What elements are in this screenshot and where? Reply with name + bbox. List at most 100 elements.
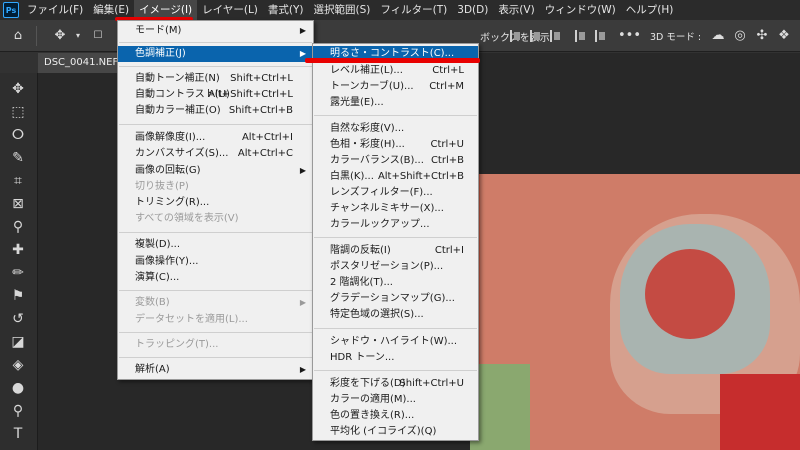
menu-item-auto-color[interactable]: 自動カラー補正(O) Shift+Ctrl+B <box>118 103 313 119</box>
menu-item-label: ポスタリゼーション(P)... <box>330 261 444 272</box>
menu-view[interactable]: 表示(V) <box>493 0 539 20</box>
menu-window[interactable]: ウィンドウ(W) <box>540 0 621 20</box>
type-tool-icon[interactable]: T <box>8 424 28 444</box>
brush-tool-icon[interactable]: ✏ <box>8 263 28 283</box>
marquee-tool-icon[interactable]: ⬚ <box>8 102 28 122</box>
menu-3d[interactable]: 3D(D) <box>452 0 493 20</box>
menu-item-posterize[interactable]: ポスタリゼーション(P)... <box>313 259 478 275</box>
crop-tool-icon[interactable]: ⌗ <box>8 171 28 191</box>
menu-select[interactable]: 選択範囲(S) <box>309 0 376 20</box>
menu-item-label: 画像の回転(G) <box>135 165 201 176</box>
menu-item-hdr-toning[interactable]: HDR トーン... <box>313 350 478 366</box>
menu-item-canvas-size[interactable]: カンバスサイズ(S)... Alt+Ctrl+C <box>118 146 313 162</box>
menu-item-gradient-map[interactable]: グラデーションマップ(G)... <box>313 291 478 307</box>
eraser-tool-icon[interactable]: ◪ <box>8 332 28 352</box>
menu-item-calculations[interactable]: 演算(C)... <box>118 270 313 286</box>
separator <box>314 237 477 238</box>
menu-item-vibrance[interactable]: 自然な彩度(V)... <box>313 121 478 137</box>
menu-item-label: モード(M) <box>135 25 182 36</box>
menu-file[interactable]: ファイル(F) <box>22 0 88 20</box>
menu-item-image-rotation[interactable]: 画像の回転(G) ▶ <box>118 163 313 179</box>
menu-item-auto-contrast[interactable]: 自動コントラスト(U) Alt+Shift+Ctrl+L <box>118 87 313 103</box>
menu-item-photo-filter[interactable]: レンズフィルター(F)... <box>313 185 478 201</box>
separator <box>119 332 312 333</box>
roll-3d-icon[interactable]: ◎ <box>732 28 748 44</box>
menu-item-label: 白黒(K)... <box>330 171 374 182</box>
menu-item-duplicate[interactable]: 複製(D)... <box>118 237 313 253</box>
align-right-icon[interactable] <box>550 30 562 42</box>
paint-bucket-tool-icon[interactable]: ◈ <box>8 355 28 375</box>
menu-item-shortcut: Shift+Ctrl+L <box>230 73 293 84</box>
menu-filter[interactable]: フィルター(T) <box>375 0 452 20</box>
menu-layer[interactable]: レイヤー(L) <box>197 0 263 20</box>
menu-item-shortcut: Ctrl+I <box>434 245 464 256</box>
lasso-tool-icon[interactable]: ⵔ <box>8 125 28 145</box>
align-left-icon[interactable] <box>510 30 522 42</box>
distribute-icon[interactable] <box>575 30 587 42</box>
stamp-tool-icon[interactable]: ⚑ <box>8 286 28 306</box>
menu-item-hue-saturation[interactable]: 色相・彩度(H)... Ctrl+U <box>313 137 478 153</box>
photoshop-logo-icon[interactable]: Ps <box>3 2 19 18</box>
menu-item-invert[interactable]: 階調の反転(I) Ctrl+I <box>313 243 478 259</box>
menu-item-label: 画像操作(Y)... <box>135 256 199 267</box>
separator <box>119 42 312 43</box>
menu-item-trim[interactable]: トリミング(R)... <box>118 195 313 211</box>
menu-item-curves[interactable]: トーンカーブ(U)... Ctrl+M <box>313 79 478 95</box>
menu-item-color-balance[interactable]: カラーバランス(B)... Ctrl+B <box>313 153 478 169</box>
menu-item-threshold[interactable]: 2 階調化(T)... <box>313 275 478 291</box>
blur-tool-icon[interactable]: ● <box>8 378 28 398</box>
menu-help[interactable]: ヘルプ(H) <box>621 0 679 20</box>
move-tool-icon[interactable]: ✥ <box>52 28 68 44</box>
slide-3d-icon[interactable]: ❖ <box>776 28 792 44</box>
menu-item-label: 変数(B) <box>135 297 170 308</box>
separator <box>314 115 477 116</box>
menu-item-desaturate[interactable]: 彩度を下げる(D) Shift+Ctrl+U <box>313 376 478 392</box>
menu-item-shortcut: Alt+Ctrl+C <box>237 148 293 159</box>
dodge-tool-icon[interactable]: ⚲ <box>8 401 28 421</box>
healing-brush-tool-icon[interactable]: ✚ <box>8 240 28 260</box>
menu-item-apply-data-set: データセットを適用(L)... <box>118 312 313 328</box>
menu-item-color-lookup[interactable]: カラールックアップ... <box>313 217 478 233</box>
chevron-down-icon[interactable]: ▾ <box>70 28 86 44</box>
menu-item-shortcut: Shift+Ctrl+B <box>228 105 293 116</box>
orbit-3d-icon[interactable]: ☁ <box>710 28 726 44</box>
menu-item-mode[interactable]: モード(M) ▶ <box>118 23 313 39</box>
separator <box>314 370 477 371</box>
eyedropper-tool-icon[interactable]: ⚲ <box>8 217 28 237</box>
document-tab[interactable]: DSC_0041.NEF @ 16.7% (RGB/8) <box>38 53 118 73</box>
menu-item-levels[interactable]: レベル補正(L)... Ctrl+L <box>313 63 478 79</box>
menu-type[interactable]: 書式(Y) <box>263 0 309 20</box>
menu-item-analysis[interactable]: 解析(A) ▶ <box>118 362 313 378</box>
menu-item-auto-tone[interactable]: 自動トーン補正(N) Shift+Ctrl+L <box>118 71 313 87</box>
menu-item-shortcut: Alt+Shift+Ctrl+L <box>208 89 293 100</box>
menu-item-label: HDR トーン... <box>330 352 395 363</box>
menu-item-black-white[interactable]: 白黒(K)... Alt+Shift+Ctrl+B <box>313 169 478 185</box>
more-options-icon[interactable]: ••• <box>618 28 641 44</box>
frame-tool-icon[interactable]: ⊠ <box>8 194 28 214</box>
menu-item-exposure[interactable]: 露光量(E)... <box>313 95 478 111</box>
move-tool-icon[interactable]: ✥ <box>8 79 28 99</box>
chevron-right-icon: ▶ <box>299 26 306 35</box>
menu-item-replace-color[interactable]: 色の置き換え(R)... <box>313 408 478 424</box>
menu-item-image-size[interactable]: 画像解像度(I)... Alt+Ctrl+I <box>118 130 313 146</box>
quick-select-tool-icon[interactable]: ✎ <box>8 148 28 168</box>
align-center-icon[interactable] <box>530 30 542 42</box>
menu-item-apply-image[interactable]: 画像操作(Y)... <box>118 254 313 270</box>
menu-item-label: 階調の反転(I) <box>330 245 391 256</box>
menu-item-match-color[interactable]: カラーの適用(M)... <box>313 392 478 408</box>
menu-item-selective-color[interactable]: 特定色域の選択(S)... <box>313 307 478 323</box>
history-brush-tool-icon[interactable]: ↺ <box>8 309 28 329</box>
separator <box>119 66 312 67</box>
menu-item-channel-mixer[interactable]: チャンネルミキサー(X)... <box>313 201 478 217</box>
menu-item-equalize[interactable]: 平均化 (イコライズ)(Q) <box>313 424 478 440</box>
menu-item-shadows-highlights[interactable]: シャドウ・ハイライト(W)... <box>313 334 478 350</box>
distribute-center-icon[interactable] <box>595 30 607 42</box>
menu-item-shortcut: Ctrl+U <box>430 139 465 150</box>
pan-3d-icon[interactable]: ✣ <box>754 28 770 44</box>
home-icon[interactable]: ⌂ <box>10 28 26 44</box>
menu-item-adjustments[interactable]: 色調補正(J) ▶ <box>118 46 313 62</box>
menu-item-label: 自動トーン補正(N) <box>135 73 220 84</box>
checkbox-icon[interactable]: ☐ <box>90 28 106 44</box>
menu-item-label: すべての領域を表示(V) <box>135 213 239 224</box>
menu-item-label: チャンネルミキサー(X)... <box>330 203 444 214</box>
